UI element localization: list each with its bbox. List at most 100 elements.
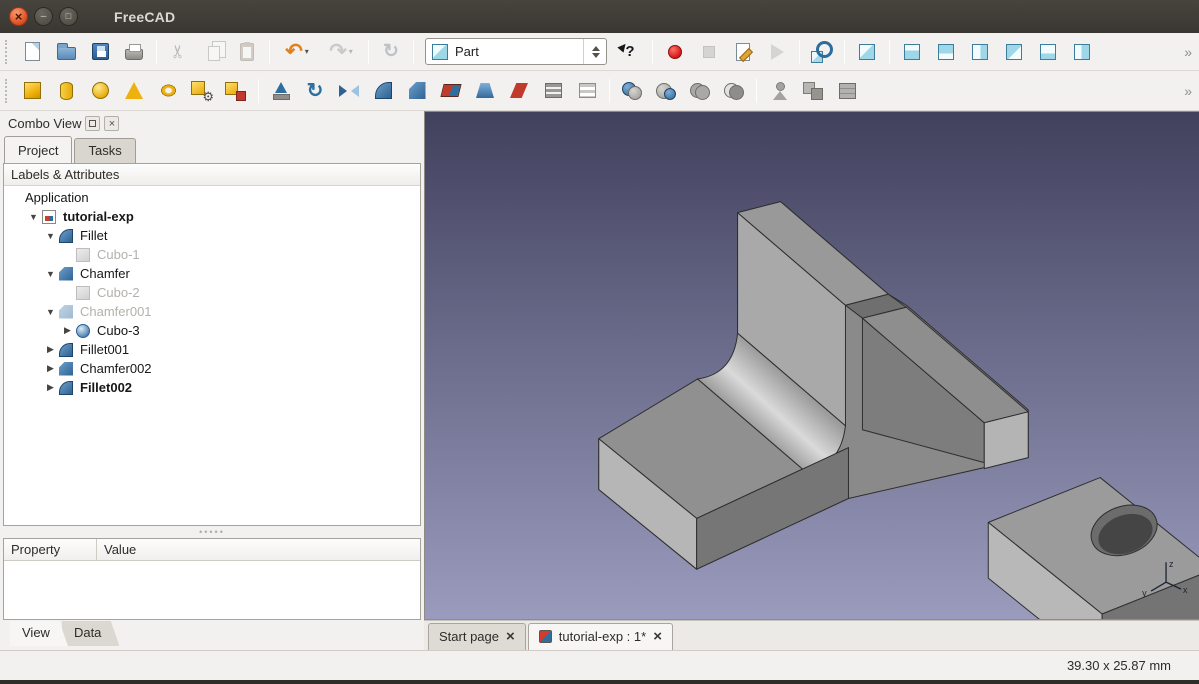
toolbar-button-create-primitives[interactable]: [186, 75, 218, 107]
tree-expander-icon[interactable]: ▼: [44, 231, 57, 241]
property-column-header[interactable]: Property: [4, 539, 97, 560]
toolbar-button-defeaturing[interactable]: [797, 75, 829, 107]
toolbar-button-open-document[interactable]: [50, 36, 82, 68]
tab-view[interactable]: View: [10, 621, 68, 646]
tree-item-tutorial-exp[interactable]: ▼tutorial-exp: [4, 207, 420, 226]
toolbar-button-sphere[interactable]: [84, 75, 116, 107]
tree-expander-icon[interactable]: ▶: [44, 382, 57, 393]
model-tree-frame: Labels & Attributes Application▼tutorial…: [3, 163, 421, 526]
toolbar-button-chamfer[interactable]: [401, 75, 433, 107]
toolbar-button-save-document[interactable]: [84, 36, 116, 68]
toolbar-button-view-top[interactable]: [930, 36, 962, 68]
value-column-header[interactable]: Value: [97, 539, 420, 560]
document-tab-start-page[interactable]: Start page×: [428, 623, 526, 650]
toolbar-button-box[interactable]: [16, 75, 48, 107]
window-close-button[interactable]: [9, 7, 28, 26]
toolbar-button-section[interactable]: [537, 75, 569, 107]
tab-close-button[interactable]: ×: [653, 629, 662, 644]
tab-close-button[interactable]: ×: [506, 629, 515, 644]
toolbar-button-view-right[interactable]: [964, 36, 996, 68]
tree-expander-icon[interactable]: ▼: [44, 307, 57, 317]
toolbar-button-view-axonometric[interactable]: [851, 36, 883, 68]
tree-expander-icon[interactable]: ▼: [27, 212, 40, 222]
tree-item-application[interactable]: Application: [4, 188, 420, 207]
panel-splitter[interactable]: [0, 526, 424, 538]
tree-item-chamfer001[interactable]: ▼Chamfer001: [4, 302, 420, 321]
tree-item-label: Cubo-3: [97, 323, 140, 338]
toolbar-button-undo[interactable]: ↶▾: [276, 36, 318, 68]
toolbar-button-extrude[interactable]: [265, 75, 297, 107]
tab-data[interactable]: Data: [62, 621, 119, 646]
combo-view-header: Combo View ×: [0, 111, 424, 134]
toolbar-drag-handle[interactable]: [5, 79, 10, 103]
view-front-icon: [904, 44, 920, 60]
tree-expander-icon[interactable]: ▶: [44, 363, 57, 374]
tree-expander-icon[interactable]: ▶: [61, 325, 74, 336]
combo-view-panel: Combo View × ProjectTasks Labels & Attri…: [0, 111, 424, 650]
window-minimize-button[interactable]: [34, 7, 53, 26]
workbench-dropdown-arrows[interactable]: [583, 39, 600, 64]
toolbar-button-cut-boolean[interactable]: [650, 75, 682, 107]
workbench-selector[interactable]: Part: [425, 38, 607, 65]
toolbar-button-union[interactable]: [684, 75, 716, 107]
toolbar-button-cylinder[interactable]: [50, 75, 82, 107]
tab-project[interactable]: Project: [4, 136, 72, 163]
toolbar-button-view-bottom[interactable]: [1032, 36, 1064, 68]
toolbar-button-torus[interactable]: [152, 75, 184, 107]
toolbar-button-whats-this[interactable]: ?: [614, 36, 646, 68]
tree-item-chamfer[interactable]: ▼Chamfer: [4, 264, 420, 283]
document-tab-tutorial-exp-1-[interactable]: tutorial-exp : 1*×: [528, 623, 673, 650]
toolbar-button-macro-record[interactable]: [659, 36, 691, 68]
tree-item-label: Fillet001: [80, 342, 129, 357]
window-maximize-button[interactable]: [59, 7, 78, 26]
toolbar-button-loft[interactable]: [469, 75, 501, 107]
toolbar-overflow-chevron[interactable]: »: [1180, 83, 1196, 99]
toolbar-overflow-chevron[interactable]: »: [1180, 44, 1196, 60]
toolbar-button-fit-all[interactable]: [806, 36, 838, 68]
tree-item-chamfer002[interactable]: ▶Chamfer002: [4, 359, 420, 378]
panel-close-button[interactable]: ×: [104, 116, 119, 131]
tab-tasks[interactable]: Tasks: [74, 138, 135, 163]
toolbar-drag-handle[interactable]: [5, 40, 10, 64]
toolbar-button-shape-builder[interactable]: [220, 75, 252, 107]
toolbar-button-compound[interactable]: [831, 75, 863, 107]
toolbar-button-sweep[interactable]: [503, 75, 535, 107]
toolbar-button-revolve[interactable]: ↻: [299, 75, 331, 107]
view-data-tabbar: ViewData: [0, 620, 424, 650]
toolbar-button-view-left[interactable]: [1066, 36, 1098, 68]
tree-item-fillet[interactable]: ▼Fillet: [4, 226, 420, 245]
defeaturing-icon: [802, 81, 824, 101]
toolbar-separator: [844, 40, 845, 64]
tree-item-fillet002[interactable]: ▶Fillet002: [4, 378, 420, 397]
tree-item-cubo-2[interactable]: Cubo-2: [4, 283, 420, 302]
toolbar-button-new-document[interactable]: [16, 36, 48, 68]
tree-expander-icon[interactable]: ▶: [44, 344, 57, 355]
toolbar-button-fillet[interactable]: [367, 75, 399, 107]
macro-stop-icon: [703, 46, 715, 58]
toolbar-button-cross-sections[interactable]: [571, 75, 603, 107]
open-document-icon: [57, 47, 76, 60]
undo-dropdown-caret[interactable]: ▾: [305, 47, 309, 56]
toolbar-button-boolean[interactable]: [616, 75, 648, 107]
tree-item-cubo-3[interactable]: ▶ Cubo-3: [4, 321, 420, 340]
toolbar-button-mirror[interactable]: [333, 75, 365, 107]
toolbar-part: ↻ »: [0, 71, 1199, 111]
toolbar-button-view-front[interactable]: [896, 36, 928, 68]
shape-builder-icon: [225, 80, 247, 102]
toolbar-button-macro-edit[interactable]: [727, 36, 759, 68]
revolve-icon: ↻: [307, 78, 324, 103]
toolbar-button-refresh: ↻: [375, 36, 407, 68]
3d-viewport[interactable]: z y x: [424, 111, 1199, 620]
toolbar-button-intersection[interactable]: [718, 75, 750, 107]
toolbar-button-cone[interactable]: [118, 75, 150, 107]
tree-item-fillet001[interactable]: ▶ Fillet001: [4, 340, 420, 359]
freecad-window: FreeCAD ✂↶▾↷▾↻ Part ? » ↻ » Combo View ×…: [0, 0, 1199, 684]
toolbar-button-view-rear[interactable]: [998, 36, 1030, 68]
tree-item-cubo-1[interactable]: Cubo-1: [4, 245, 420, 264]
toolbar-button-ruled-surface[interactable]: [435, 75, 467, 107]
tree-expander-icon[interactable]: ▼: [44, 269, 57, 279]
window-title: FreeCAD: [114, 9, 175, 25]
toolbar-button-print[interactable]: [118, 36, 150, 68]
panel-float-button[interactable]: [85, 116, 100, 131]
toolbar-button-check-geometry[interactable]: [763, 75, 795, 107]
